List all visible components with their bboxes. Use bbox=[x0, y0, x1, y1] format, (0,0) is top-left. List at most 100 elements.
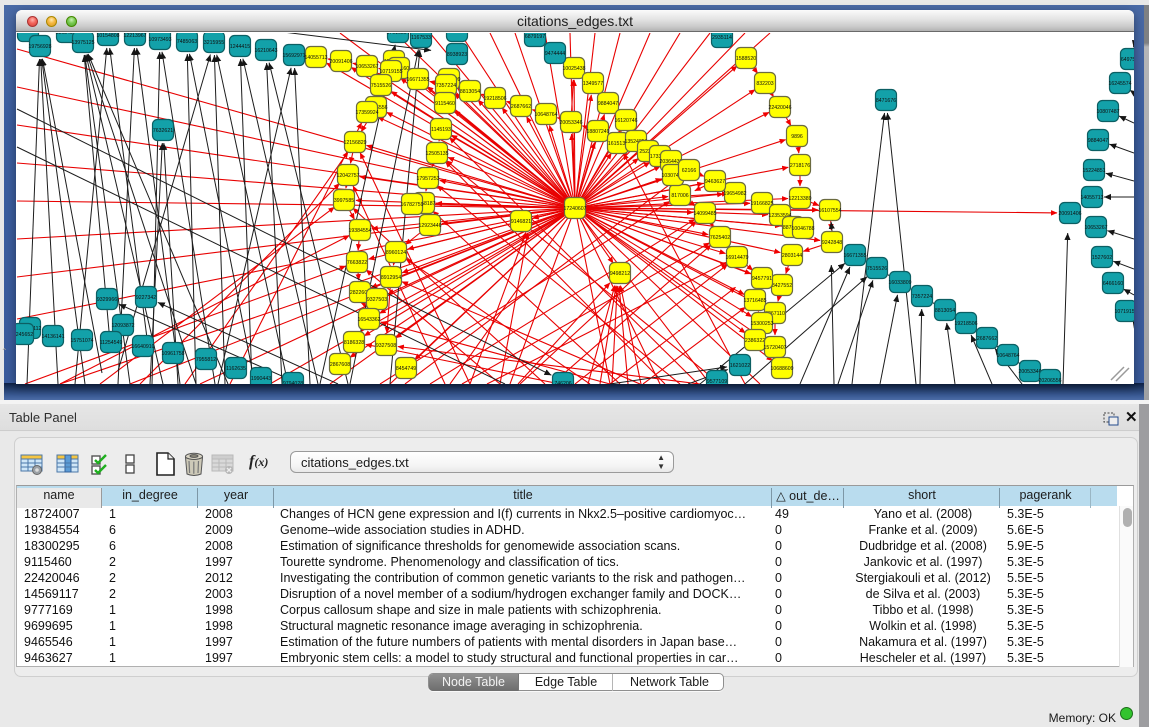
svg-text:7663822: 7663822 bbox=[347, 260, 367, 266]
svg-text:9327508: 9327508 bbox=[376, 343, 396, 349]
svg-text:9245652: 9245652 bbox=[16, 332, 33, 338]
svg-text:6497568: 6497568 bbox=[1121, 57, 1134, 63]
svg-text:7515526: 7515526 bbox=[371, 83, 391, 89]
svg-text:8813054: 8813054 bbox=[935, 308, 955, 314]
svg-text:16210643: 16210643 bbox=[254, 48, 277, 54]
svg-text:20206556: 20206556 bbox=[1038, 378, 1061, 384]
svg-text:7357224: 7357224 bbox=[912, 294, 932, 300]
svg-text:12156829: 12156829 bbox=[343, 140, 366, 146]
svg-text:746206: 746206 bbox=[554, 381, 571, 384]
svg-text:10688609: 10688609 bbox=[770, 366, 793, 372]
svg-text:19384554: 19384554 bbox=[348, 228, 371, 234]
svg-text:62166: 62166 bbox=[682, 168, 697, 174]
svg-text:9227342: 9227342 bbox=[136, 295, 156, 301]
svg-text:16245574: 16245574 bbox=[1108, 81, 1131, 87]
svg-text:14055713: 14055713 bbox=[304, 55, 327, 61]
svg-text:10653267: 10653267 bbox=[355, 64, 378, 70]
svg-text:9498212: 9498212 bbox=[610, 271, 630, 277]
svg-text:2803144: 2803144 bbox=[782, 253, 802, 259]
svg-text:9327503: 9327503 bbox=[367, 297, 387, 303]
svg-text:10961758: 10961758 bbox=[161, 351, 184, 357]
svg-text:2386322: 2386322 bbox=[745, 338, 765, 344]
svg-text:10973493: 10973493 bbox=[148, 37, 171, 43]
svg-text:8813054: 8813054 bbox=[460, 89, 480, 95]
svg-text:19218506: 19218506 bbox=[483, 96, 506, 102]
svg-text:15224851: 15224851 bbox=[1082, 168, 1105, 174]
svg-text:9884047: 9884047 bbox=[598, 101, 618, 107]
svg-text:6879197: 6879197 bbox=[525, 34, 545, 40]
svg-text:7357224: 7357224 bbox=[436, 83, 456, 89]
svg-text:6466160: 6466160 bbox=[1103, 281, 1123, 287]
svg-text:9896: 9896 bbox=[791, 134, 803, 140]
svg-text:8427552: 8427552 bbox=[772, 283, 792, 289]
svg-text:1244415: 1244415 bbox=[230, 44, 250, 50]
svg-text:13716485: 13716485 bbox=[743, 298, 766, 304]
svg-text:19654982: 19654982 bbox=[723, 191, 746, 197]
svg-text:9463627: 9463627 bbox=[705, 179, 725, 185]
svg-text:16107554: 16107554 bbox=[818, 208, 841, 214]
svg-text:2935114: 2935114 bbox=[712, 35, 732, 41]
svg-text:16671355: 16671355 bbox=[843, 253, 866, 259]
svg-text:12213389: 12213389 bbox=[788, 196, 811, 202]
svg-text:16543362: 16543362 bbox=[357, 317, 380, 323]
svg-text:12042757: 12042757 bbox=[336, 173, 359, 179]
svg-text:7955812: 7955812 bbox=[196, 357, 216, 363]
svg-text:2718176: 2718176 bbox=[790, 163, 810, 169]
svg-text:1349577: 1349577 bbox=[583, 81, 603, 87]
svg-text:10025438: 10025438 bbox=[562, 66, 585, 72]
svg-text:20053346: 20053346 bbox=[559, 120, 582, 126]
svg-text:19218506: 19218506 bbox=[954, 321, 977, 327]
svg-text:8938923: 8938923 bbox=[447, 52, 467, 58]
svg-text:2687662: 2687662 bbox=[977, 336, 997, 342]
svg-text:11254549: 11254549 bbox=[100, 340, 123, 346]
svg-text:10653267: 10653267 bbox=[1084, 225, 1107, 231]
svg-text:17359924: 17359924 bbox=[355, 110, 378, 116]
svg-text:20091406: 20091406 bbox=[329, 59, 352, 65]
svg-text:13975125: 13975125 bbox=[71, 40, 94, 46]
svg-text:8186328: 8186328 bbox=[344, 340, 364, 346]
svg-text:12505135: 12505135 bbox=[425, 151, 448, 157]
svg-text:14055713: 14055713 bbox=[1080, 195, 1103, 201]
svg-text:10046788: 10046788 bbox=[791, 226, 814, 232]
svg-text:9457791: 9457791 bbox=[752, 276, 772, 282]
svg-text:1640953: 1640953 bbox=[447, 33, 467, 35]
svg-text:1162635: 1162635 bbox=[226, 366, 246, 372]
svg-text:1145193: 1145193 bbox=[431, 127, 451, 133]
svg-text:9115460: 9115460 bbox=[435, 101, 455, 107]
svg-text:9794028: 9794028 bbox=[283, 381, 303, 384]
svg-text:2687662: 2687662 bbox=[511, 104, 531, 110]
svg-text:10648764: 10648764 bbox=[996, 353, 1019, 359]
svg-text:8912954: 8912954 bbox=[381, 275, 401, 281]
svg-text:9577109: 9577109 bbox=[707, 379, 727, 384]
svg-text:8960124: 8960124 bbox=[386, 250, 406, 256]
svg-text:14099485: 14099485 bbox=[693, 211, 716, 217]
svg-text:7625402: 7625402 bbox=[710, 235, 730, 241]
svg-text:9884047: 9884047 bbox=[1088, 138, 1108, 144]
svg-text:15692971: 15692971 bbox=[282, 53, 305, 59]
svg-text:12923446: 12923446 bbox=[418, 223, 441, 229]
svg-text:817006: 817006 bbox=[671, 193, 688, 199]
svg-text:17957253: 17957253 bbox=[416, 176, 439, 182]
svg-text:2867608: 2867608 bbox=[330, 362, 350, 368]
svg-text:19756928: 19756928 bbox=[28, 44, 51, 50]
svg-text:16120746: 16120746 bbox=[614, 118, 637, 124]
svg-text:1990443: 1990443 bbox=[251, 376, 271, 382]
svg-text:15300253: 15300253 bbox=[750, 321, 773, 327]
svg-text:12213967: 12213967 bbox=[123, 33, 146, 39]
svg-text:3215955: 3215955 bbox=[204, 40, 224, 46]
svg-text:16914479: 16914479 bbox=[725, 255, 748, 261]
svg-text:9329966: 9329966 bbox=[97, 297, 117, 303]
svg-text:18807249: 18807249 bbox=[586, 129, 609, 135]
svg-text:7485063: 7485063 bbox=[177, 39, 197, 45]
svg-text:832203: 832203 bbox=[756, 81, 773, 87]
svg-text:1588520: 1588520 bbox=[736, 56, 756, 62]
svg-text:9242848: 9242848 bbox=[822, 240, 842, 246]
svg-text:10648764: 10648764 bbox=[534, 112, 557, 118]
svg-text:8454749: 8454749 bbox=[396, 366, 416, 372]
svg-text:16033809: 16033809 bbox=[888, 280, 911, 286]
svg-text:10807487: 10807487 bbox=[1096, 109, 1119, 115]
svg-text:7515526: 7515526 bbox=[867, 266, 887, 272]
svg-text:15720407: 15720407 bbox=[763, 345, 786, 351]
svg-text:1621022: 1621022 bbox=[730, 363, 750, 369]
svg-text:1167533: 1167533 bbox=[411, 35, 431, 41]
